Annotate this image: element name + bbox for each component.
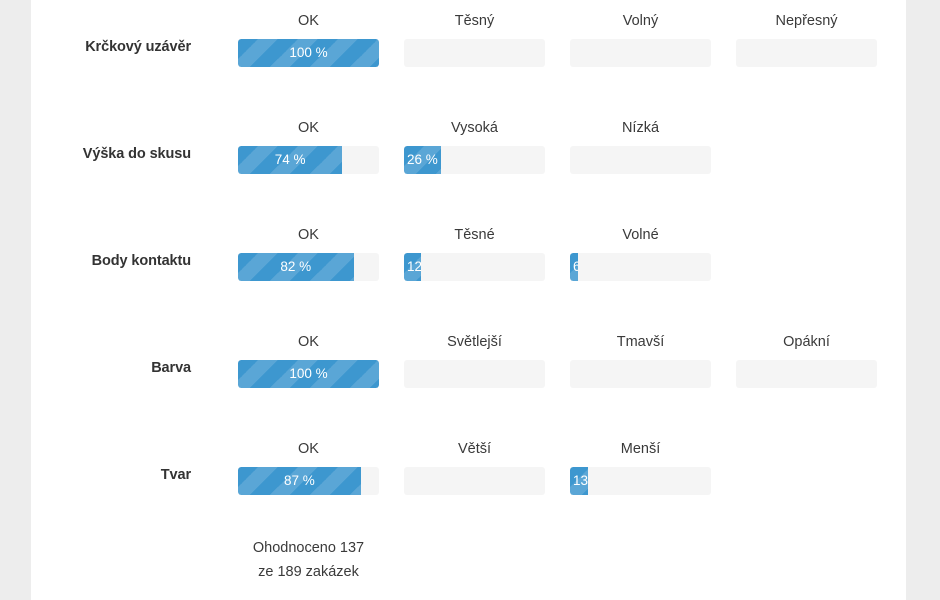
- report-page: Krčkový uzávěrOK100 %Těsný0Volný0Nepřesn…: [31, 0, 906, 600]
- summary-footer: Ohodnoceno 137 ze 189 zakázek: [238, 536, 379, 584]
- progress-bar-track: 26 %: [404, 146, 545, 174]
- criteria-row-label: Barva: [151, 360, 191, 376]
- progress-bar-track: 0: [570, 39, 711, 67]
- progress-bar-value: 100 %: [289, 366, 328, 381]
- progress-bar-track: 0: [570, 360, 711, 388]
- progress-bar-fill: 100 %: [238, 39, 379, 67]
- progress-bar-track: 74 %: [238, 146, 379, 174]
- criteria-cell-header: Větší: [457, 441, 492, 457]
- criteria-cell-header: OK: [298, 441, 319, 457]
- criteria-cell: OK 100 %: [238, 12, 379, 67]
- criteria-cell: Vysoká 26 %: [404, 119, 545, 174]
- progress-bar-fill: 12: [404, 253, 421, 281]
- criteria-cell-header: Menší: [620, 441, 661, 457]
- criteria-row-cells: OK 100 % Světlejší 0 Tmavší 0 Opákní 0: [238, 321, 908, 428]
- progress-bar-fill: 82 %: [238, 253, 354, 281]
- criteria-row: Tvar OK 87 % Větší 0 Menší 13: [31, 428, 906, 535]
- progress-bar-fill: 13: [570, 467, 589, 495]
- criteria-cell-header: Těsný: [454, 13, 495, 29]
- progress-bar-track: 0: [736, 39, 877, 67]
- criteria-cell-header: OK: [298, 120, 319, 136]
- progress-bar-value: 13: [573, 473, 589, 488]
- criteria-row: Krčkový uzávěrOK100 %Těsný0Volný0Nepřesn…: [31, 0, 906, 107]
- criteria-row-cells: OK 74 % Vysoká 26 % Nízká 0: [238, 107, 908, 214]
- criteria-cell-header: Vysoká: [450, 120, 498, 136]
- criteria-cell-header: OK: [298, 13, 319, 29]
- criteria-cell-header: Volný: [622, 13, 659, 29]
- criteria-cell: Nízká 0: [570, 119, 711, 174]
- progress-bar-fill: 6: [570, 253, 579, 281]
- criteria-cell: Volný 0: [570, 12, 711, 67]
- progress-bar-track: 0: [404, 467, 545, 495]
- criteria-cell: Světlejší 0: [404, 333, 545, 388]
- criteria-row-label: Tvar: [160, 467, 191, 483]
- criteria-row: Body kontaktu OK 82 % Těsné 12 Volné 6: [31, 214, 906, 321]
- criteria-row-label: Body kontaktu: [91, 253, 192, 269]
- progress-bar-fill: 100 %: [238, 360, 379, 388]
- criteria-cell: Těsné 12: [404, 226, 545, 281]
- progress-bar-track: 0: [404, 360, 545, 388]
- progress-bar-track: 82 %: [238, 253, 379, 281]
- progress-bar-value: 74 %: [274, 152, 306, 167]
- criteria-row: Výška do skusu OK 74 % Vysoká 26 % Nízká 0: [31, 107, 906, 214]
- summary-line-2: ze 189 zakázek: [258, 564, 359, 580]
- progress-bar-value: 82 %: [280, 259, 312, 274]
- summary-line-1: Ohodnoceno 137: [252, 540, 365, 556]
- criteria-cell-header: Tmavší: [616, 334, 665, 350]
- criteria-cell: OK 74 %: [238, 119, 379, 174]
- criteria-cell: Tmavší 0: [570, 333, 711, 388]
- criteria-cell: Menší 13: [570, 440, 711, 495]
- progress-bar-value: 12: [407, 259, 421, 274]
- progress-bar-track: 13: [570, 467, 711, 495]
- criteria-cell: Větší 0: [404, 440, 545, 495]
- progress-bar-value: 100 %: [289, 45, 328, 60]
- criteria-cell: OK 82 %: [238, 226, 379, 281]
- progress-bar-track: 87 %: [238, 467, 379, 495]
- criteria-cell: Nepřesný 0: [736, 12, 877, 67]
- criteria-row: Barva OK 100 % Světlejší 0 Tmavší 0 Opákní 0: [31, 321, 906, 428]
- criteria-row-cells: OK 87 % Větší 0 Menší 13: [238, 428, 908, 535]
- criteria-cell: OK 87 %: [238, 440, 379, 495]
- criteria-cell: Opákní 0: [736, 333, 877, 388]
- criteria-cell-header: Opákní: [783, 334, 830, 350]
- criteria-cell-header: Těsné: [454, 227, 495, 243]
- criteria-cell: Těsný 0: [404, 12, 545, 67]
- criteria-cell-header: OK: [298, 334, 319, 350]
- criteria-row-label: Výška do skusu: [82, 146, 191, 162]
- criteria-row-label: Krčkový uzávěr: [85, 39, 191, 55]
- criteria-row-cells: OK 82 % Těsné 12 Volné 6: [238, 214, 908, 321]
- progress-bar-fill: 87 %: [238, 467, 361, 495]
- progress-bar-track: 0: [404, 39, 545, 67]
- criteria-cell-header: Nepřesný: [775, 13, 838, 29]
- progress-bar-track: 100 %: [238, 39, 379, 67]
- progress-bar-fill: 26 %: [404, 146, 441, 174]
- progress-bar-fill: 74 %: [238, 146, 343, 174]
- progress-bar-track: 100 %: [238, 360, 379, 388]
- criteria-cell-header: Světlejší: [447, 334, 502, 350]
- progress-bar-track: 6: [570, 253, 711, 281]
- progress-bar-value: 6: [573, 259, 579, 274]
- progress-bar-track: 0: [736, 360, 877, 388]
- criteria-cell-header: OK: [298, 227, 319, 243]
- criteria-cell-header: Volné: [622, 227, 659, 243]
- progress-bar-track: 12: [404, 253, 545, 281]
- criteria-cell-header: Nízká: [621, 120, 660, 136]
- progress-bar-value: 87 %: [283, 473, 315, 488]
- progress-bar-track: 0: [570, 146, 711, 174]
- criteria-cell: OK 100 %: [238, 333, 379, 388]
- criteria-cell: Volné 6: [570, 226, 711, 281]
- criteria-row-cells: OK 100 % Těsný 0 Volný 0 Nepřesný 0: [238, 0, 908, 107]
- progress-bar-value: 26 %: [407, 152, 438, 167]
